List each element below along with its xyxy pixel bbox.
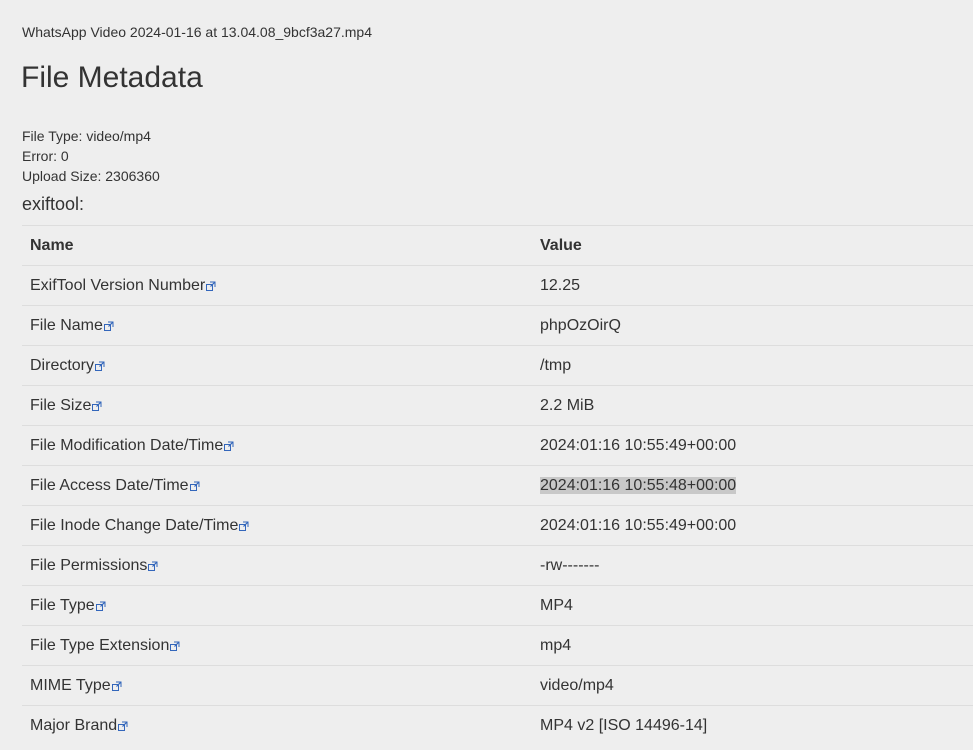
table-row: Major Brand MP4 v2 [ISO 14496-14] — [22, 705, 973, 745]
table-row: File Name phpOzOirQ — [22, 305, 973, 346]
tag-name-cell: Directory — [22, 345, 532, 386]
table-row: Directory/tmp — [22, 345, 973, 386]
tag-name-label[interactable]: File Inode Change Date/Time — [30, 517, 238, 534]
tag-value-cell: 2024:01:16 10:55:49+00:00 — [532, 425, 973, 466]
tag-name-link[interactable]: File Inode Change Date/Time — [30, 517, 249, 534]
table-row: File Type MP4 — [22, 585, 973, 626]
tag-name-link[interactable]: File Size — [30, 397, 102, 414]
tag-name-cell: File Permissions — [22, 545, 532, 586]
tag-name-cell: File Modification Date/Time — [22, 425, 532, 466]
error-info: Error: 0 — [22, 148, 69, 164]
tag-name-label[interactable]: Major Brand — [30, 717, 117, 734]
tag-name-link[interactable]: File Modification Date/Time — [30, 437, 234, 454]
external-link-icon[interactable] — [95, 601, 106, 611]
tag-name-cell: File Inode Change Date/Time — [22, 505, 532, 546]
tag-value-cell: /tmp — [532, 345, 973, 386]
upload-size-info: Upload Size: 2306360 — [22, 168, 160, 184]
tag-name-label[interactable]: File Permissions — [30, 557, 147, 574]
external-link-icon[interactable] — [118, 721, 128, 731]
tag-value: phpOzOirQ — [540, 316, 621, 334]
tag-name-cell: MIME Type — [22, 665, 532, 706]
tag-name-link[interactable]: Major Brand — [30, 717, 128, 734]
table-row: File Size 2.2 MiB — [22, 385, 973, 426]
tag-name-label[interactable]: File Name — [30, 317, 103, 334]
external-link-icon[interactable] — [148, 561, 158, 571]
external-link-icon[interactable] — [206, 281, 216, 291]
tag-name-cell: File Type Extension — [22, 625, 532, 666]
tag-value: MP4 v2 [ISO 14496-14] — [540, 716, 708, 734]
external-link-icon[interactable] — [103, 321, 114, 331]
tag-name-link[interactable]: ExifTool Version Number — [30, 277, 216, 294]
tag-name-link[interactable]: MIME Type — [30, 677, 122, 694]
table-row: File Permissions -rw------- — [22, 545, 973, 586]
external-link-icon[interactable] — [111, 681, 122, 691]
tag-value: 2024:01:16 10:55:48+00:00 — [540, 476, 737, 494]
external-link-icon[interactable] — [92, 401, 102, 411]
tag-value-cell: 12.25 — [532, 265, 973, 306]
table-row: File Type Extension mp4 — [22, 625, 973, 666]
upload-info: File Type: video/mp4 Error: 0 Upload Siz… — [22, 126, 160, 186]
tag-value: 2.2 MiB — [540, 396, 595, 414]
tag-value-cell: 2.2 MiB — [532, 385, 973, 426]
tag-value: MP4 — [540, 596, 573, 614]
table-row: MIME Type video/mp4 — [22, 665, 973, 706]
tag-name-cell: ExifTool Version Number — [22, 265, 532, 306]
external-link-icon[interactable] — [95, 361, 105, 371]
external-link-icon[interactable] — [224, 441, 234, 451]
table-row: File Modification Date/Time 2024:01:16 10… — [22, 425, 973, 466]
tag-name-link[interactable]: File Type Extension — [30, 637, 180, 654]
table-row: File Access Date/Time 2024:01:16 10:55:48… — [22, 465, 973, 506]
metadata-table: Name Value ExifTool Version Number 12.25 F… — [22, 225, 973, 745]
tag-value-cell: 2024:01:16 10:55:48+00:00 — [532, 465, 973, 506]
tag-name-cell: File Name — [22, 305, 532, 346]
tag-name-link[interactable]: Directory — [30, 357, 105, 374]
external-link-icon[interactable] — [170, 641, 180, 651]
tag-name-label[interactable]: Directory — [30, 357, 94, 374]
table-row: File Inode Change Date/Time 2024:01:16 10… — [22, 505, 973, 546]
tag-name-cell: File Type — [22, 585, 532, 626]
tag-name-link[interactable]: File Permissions — [30, 557, 158, 574]
tag-name-label[interactable]: File Modification Date/Time — [30, 437, 223, 454]
tag-value-cell: 2024:01:16 10:55:49+00:00 — [532, 505, 973, 546]
column-header-name: Name — [22, 225, 532, 266]
column-header-value: Value — [532, 225, 973, 266]
file-title: WhatsApp Video 2024-01-16 at 13.04.08_9b… — [22, 24, 372, 40]
tag-value: /tmp — [540, 356, 572, 374]
tag-name-label[interactable]: File Type Extension — [30, 637, 169, 654]
file-type-info: File Type: video/mp4 — [22, 128, 151, 144]
tag-value: video/mp4 — [540, 676, 614, 694]
tag-name-link[interactable]: File Name — [30, 317, 114, 334]
tag-name-label[interactable]: MIME Type — [30, 677, 111, 694]
tag-name-label[interactable]: File Size — [30, 397, 91, 414]
tag-name-link[interactable]: File Access Date/Time — [30, 477, 200, 494]
tag-value-cell: mp4 — [532, 625, 973, 666]
tag-value-cell: video/mp4 — [532, 665, 973, 706]
external-link-icon[interactable] — [239, 521, 249, 531]
tag-value-cell: -rw------- — [532, 545, 973, 586]
external-link-icon[interactable] — [189, 481, 200, 491]
tag-value: 12.25 — [540, 276, 581, 294]
tag-name-label[interactable]: File Type — [30, 597, 95, 614]
tag-value: -rw------- — [540, 556, 600, 574]
tag-name-cell: File Access Date/Time — [22, 465, 532, 506]
tag-value: mp4 — [540, 636, 572, 654]
tag-name-label[interactable]: File Access Date/Time — [30, 477, 189, 494]
page-title: File Metadata — [21, 61, 203, 94]
tag-name-link[interactable]: File Type — [30, 597, 106, 614]
tag-value-cell: MP4 — [532, 585, 973, 626]
tag-value-cell: MP4 v2 [ISO 14496-14] — [532, 705, 973, 745]
tag-value: 2024:01:16 10:55:49+00:00 — [540, 516, 737, 534]
tag-value: 2024:01:16 10:55:49+00:00 — [540, 436, 737, 454]
tag-name-cell: File Size — [22, 385, 532, 426]
tag-value-cell: phpOzOirQ — [532, 305, 973, 346]
page: WhatsApp Video 2024-01-16 at 13.04.08_9b… — [0, 0, 973, 750]
table-header-row: Name Value — [22, 225, 973, 266]
tag-name-cell: Major Brand — [22, 705, 532, 745]
section-label-exiftool: exiftool: — [22, 194, 85, 214]
table-row: ExifTool Version Number 12.25 — [22, 265, 973, 306]
tag-name-label[interactable]: ExifTool Version Number — [30, 277, 205, 294]
